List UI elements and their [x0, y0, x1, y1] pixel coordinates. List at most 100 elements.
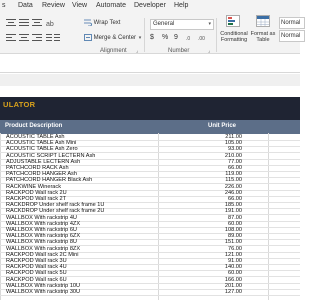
product-description-cell[interactable]: RACKPOD Wall rack 4U [6, 264, 67, 270]
column-header-unit-price[interactable]: Unit Price [208, 123, 236, 129]
product-description-cell[interactable]: WALLBOX With rackstrip 10U [6, 283, 80, 289]
menu-item-review[interactable]: Review [42, 2, 65, 9]
product-description-cell[interactable]: WALLBOX With rackstrip 6ZX [6, 233, 80, 239]
cell-style-normal[interactable]: Normal [279, 17, 305, 29]
unit-price-cell[interactable]: 185.00 [200, 202, 242, 208]
conditional-formatting-button[interactable]: Conditional Formatting [219, 31, 249, 43]
decrease-decimal-icon[interactable]: .00 [198, 34, 208, 44]
align-right-icon[interactable] [32, 34, 42, 44]
conditional-formatting-icon[interactable] [226, 15, 240, 29]
menu-item-partial[interactable]: s [2, 2, 6, 9]
unit-price-cell[interactable]: 121.00 [200, 252, 242, 258]
increase-decimal-icon[interactable]: .0 [186, 34, 196, 44]
product-description-cell[interactable]: RACKDROP Under shelf rack frame 2U [6, 208, 104, 214]
product-description-cell[interactable]: RACKDROP Under shelf rack frame 1U [6, 202, 104, 208]
align-bottom-icon[interactable] [32, 19, 42, 29]
banner-title: ULATOR [3, 100, 36, 109]
unit-price-cell[interactable]: 246.00 [200, 190, 242, 196]
product-description-cell[interactable]: RACKPOD Wall rack 3U [6, 258, 67, 264]
unit-price-cell[interactable]: 166.00 [200, 277, 242, 283]
cell-style-label: Normal [281, 33, 301, 39]
ribbon-divider [216, 18, 217, 52]
wrap-text-button[interactable]: Wrap Text [84, 19, 121, 27]
product-description-cell[interactable]: RACKPOD Wall rack 2U [6, 190, 67, 196]
product-description-cell[interactable]: ACOUSTIC TABLE Ash Mini [6, 140, 76, 146]
wrap-text-label: Wrap Text [93, 20, 121, 27]
product-description-cell[interactable]: ACOUSTIC TABLE Ash [6, 134, 65, 140]
product-description-cell[interactable]: WALLBOX With rackstrip 8U [6, 239, 77, 245]
align-left-icon[interactable] [6, 34, 16, 44]
unit-price-cell[interactable]: 210.00 [200, 153, 242, 159]
merge-center-label: Merge & Center [93, 35, 137, 42]
product-description-cell[interactable]: ACOUSTIC SCRIPT LECTERN Ash [6, 153, 95, 159]
unit-price-cell[interactable]: 105.00 [200, 140, 242, 146]
merge-center-icon [84, 34, 92, 41]
format-as-table-button[interactable]: Format as Table [250, 31, 276, 43]
product-description-cell[interactable]: RACKPOD Wall rack 2C Mini [6, 252, 79, 258]
percent-button[interactable]: % [162, 34, 168, 41]
product-description-cell[interactable]: WALLBOX With rackstrip 8ZX [6, 246, 80, 252]
product-description-cell[interactable]: WALLBOX With rackstrip 4U [6, 215, 77, 221]
product-description-cell[interactable]: RACKPOD Wall rack 5U [6, 270, 67, 276]
unit-price-cell[interactable]: 87.00 [200, 215, 242, 221]
product-description-cell[interactable]: ADJUSTABLE LECTERN Ash [6, 159, 80, 165]
product-description-cell[interactable]: PATCHCORD HANGER Ash [6, 171, 77, 177]
product-description-cell[interactable]: RACKPOD Wall rack 6U [6, 277, 67, 283]
unit-price-cell[interactable]: 66.00 [200, 196, 242, 202]
dialog-launcher-icon[interactable]: ⌟ [136, 48, 138, 54]
product-description-cell[interactable]: ACOUSTIC TABLE Ash Zero [6, 146, 78, 152]
formula-bar[interactable] [0, 56, 300, 73]
indent-icon[interactable] [46, 34, 60, 44]
align-middle-icon[interactable] [19, 19, 29, 29]
unit-price-cell[interactable]: 76.00 [200, 246, 242, 252]
unit-price-cell[interactable]: 93.00 [200, 146, 242, 152]
svg-text:.00: .00 [198, 36, 205, 42]
menu-item-view[interactable]: View [72, 2, 87, 9]
unit-price-cell[interactable]: 108.00 [200, 227, 242, 233]
align-top-icon[interactable] [6, 19, 16, 29]
merge-center-button[interactable]: Merge & Center ▾ [84, 34, 141, 41]
table-row[interactable]: WALLBOX With rackstrip 30U 127.00 [0, 289, 300, 296]
align-center-icon[interactable] [19, 34, 29, 44]
unit-price-cell[interactable]: 115.00 [200, 177, 242, 183]
unit-price-cell[interactable]: 60.00 [200, 270, 242, 276]
unit-price-cell[interactable]: 77.00 [200, 159, 242, 165]
product-description-cell[interactable]: WALLBOX With rackstrip 30U [6, 289, 80, 295]
unit-price-cell[interactable]: 66.00 [200, 165, 242, 171]
unit-price-cell[interactable]: 226.00 [200, 184, 242, 190]
unit-price-cell[interactable]: 127.00 [200, 289, 242, 295]
comma-style-button[interactable]: 9 [174, 34, 178, 41]
menu-item-help[interactable]: Help [174, 2, 188, 9]
unit-price-cell[interactable]: 211.00 [200, 134, 242, 140]
menu-item-developer[interactable]: Developer [134, 2, 166, 9]
product-description-cell[interactable]: PATCHCORD RACK Ash [6, 165, 69, 171]
unit-price-cell[interactable]: 119.00 [200, 171, 242, 177]
product-description-cell[interactable]: RACKWINE Winerack [6, 184, 61, 190]
orientation-icon[interactable]: ab [46, 19, 56, 29]
product-description-cell[interactable]: WALLBOX With rackstrip 4ZX [6, 221, 80, 227]
unit-price-cell[interactable]: 91.00 [200, 258, 242, 264]
product-description-cell[interactable]: PATCHCORD HANGER Black Ash [6, 177, 92, 183]
number-format-select[interactable]: General ▾ [150, 19, 214, 30]
unit-price-cell[interactable]: 151.00 [200, 239, 242, 245]
cell-style-normal-2[interactable]: Normal [279, 30, 305, 42]
product-description-cell[interactable]: RACKPOD Wall rack 2T [6, 196, 66, 202]
column-header-product-description[interactable]: Product Description [5, 123, 62, 129]
chevron-down-icon[interactable]: ▾ [139, 35, 142, 41]
unit-price-cell[interactable]: 201.00 [200, 283, 242, 289]
menu-item-automate[interactable]: Automate [96, 2, 126, 9]
ribbon-divider [144, 18, 145, 52]
product-description-cell[interactable]: WALLBOX With rackstrip 6U [6, 227, 77, 233]
number-group-label: Number [168, 48, 190, 54]
table-header-row: Product Description Unit Price [0, 120, 300, 134]
unit-price-cell[interactable]: 191.00 [200, 208, 242, 214]
ribbon: ab Wrap Text Merge & Center ▾ General ▾ … [0, 13, 305, 54]
dialog-launcher-icon[interactable]: ⌟ [208, 48, 210, 54]
unit-price-cell[interactable]: 140.00 [200, 264, 242, 270]
currency-button[interactable]: $ [150, 34, 154, 41]
unit-price-cell[interactable]: 89.00 [200, 233, 242, 239]
format-as-table-icon[interactable] [256, 15, 270, 29]
unit-price-cell[interactable]: 60.00 [200, 221, 242, 227]
menu-item-data[interactable]: Data [18, 2, 33, 9]
svg-text:ab: ab [46, 21, 54, 27]
